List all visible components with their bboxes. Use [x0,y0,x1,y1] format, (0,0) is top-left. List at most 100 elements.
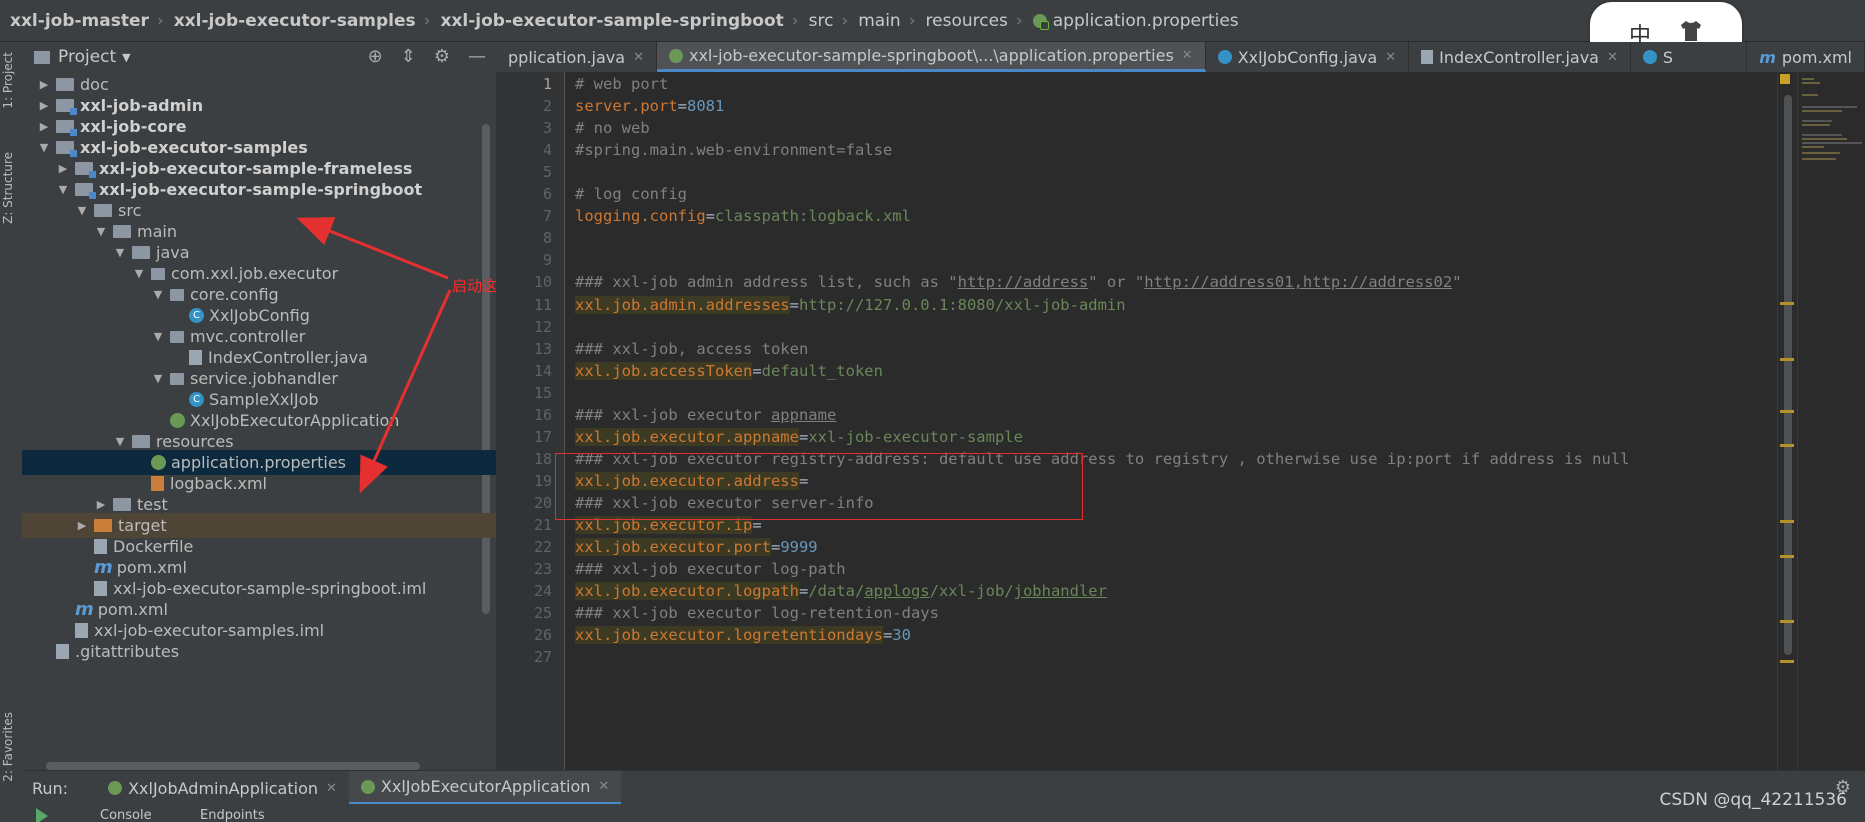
expand-arrow-down-icon[interactable]: ▼ [150,288,166,301]
warning-indicator-icon[interactable] [1780,74,1790,84]
breadcrumb-item-main[interactable]: main [858,11,900,31]
warning-marker[interactable] [1780,520,1794,523]
tree-node-label: xxl-job-executor-sample-springboot [99,180,423,199]
expand-arrow-right-icon[interactable]: ▶ [93,498,109,511]
breadcrumb-item-root[interactable]: xxl-job-master [10,11,149,31]
code-token: = [882,626,893,645]
expand-arrow-down-icon[interactable]: ▼ [93,225,109,238]
tab-application-java[interactable]: pplication.java ✕ [496,42,657,72]
line-number: 22 [533,538,552,557]
code-token: # log config [575,185,687,204]
expand-arrow-right-icon[interactable]: ▶ [36,78,52,91]
breadcrumb-item-file[interactable]: application.properties [1053,11,1239,31]
close-icon[interactable]: ✕ [326,781,337,796]
expand-arrow-down-icon[interactable]: ▼ [150,372,166,385]
code-line[interactable]: xxl.job.executor.logretentiondays = 30 [575,622,911,648]
tree-node-label: src [118,201,142,220]
breadcrumb-item-src[interactable]: src [809,11,834,31]
spring-icon [170,413,185,428]
expand-arrow-down-icon[interactable]: ▼ [112,435,128,448]
code-editor[interactable]: # web port server.port = 8081 # no web #sprin… [565,72,1777,770]
line-number: 4 [542,141,552,160]
expand-arrow-right-icon[interactable]: ▶ [55,162,71,175]
spring-boot-icon [360,779,375,794]
warning-marker[interactable] [1780,620,1794,623]
expand-arrow-right-icon[interactable]: ▶ [36,120,52,133]
tab-pom-xml[interactable]: m pom.xml [1747,42,1865,72]
navigation-breadcrumb: xxl-job-master › xxl-job-executor-samples… [0,0,1865,42]
expand-arrow-down-icon[interactable]: ▼ [55,183,71,196]
expand-arrow-down-icon[interactable]: ▼ [131,267,147,280]
collapse-all-icon[interactable]: ⇕ [401,46,416,67]
warning-marker[interactable] [1780,660,1794,663]
warning-marker[interactable] [1780,555,1794,558]
expand-arrow-down-icon[interactable]: ▼ [112,246,128,259]
editor-vertical-scrollbar[interactable] [1784,95,1792,655]
warning-marker[interactable] [1780,358,1794,361]
run-tab-executor-application[interactable]: XxlJobExecutorApplication ✕ [348,771,622,805]
code-line[interactable]: xxl.job.admin.addresses = http://127.0.0.1… [575,292,1126,318]
run-tab-admin-application[interactable]: XxlJobAdminApplication ✕ [96,771,349,805]
code-line[interactable]: #spring.main.web-environment=false [575,137,892,163]
java-file-icon [189,350,202,365]
tab-sample-partial[interactable]: S [1631,42,1748,72]
line-number: 13 [533,339,552,358]
close-icon[interactable]: ✕ [1182,48,1193,63]
tab-endpoints[interactable]: Endpoints [200,808,265,822]
package-icon [170,372,184,385]
tree-node-label: core.config [190,285,279,304]
chevron-right-icon: › [841,10,849,31]
locate-icon[interactable]: ⊕ [368,46,383,67]
play-icon[interactable] [36,808,48,822]
package-icon [170,330,184,343]
tab-application-properties[interactable]: xxl-job-executor-sample-springboot\...\a… [656,42,1206,72]
close-icon[interactable]: ✕ [598,779,609,794]
close-icon[interactable]: ✕ [1385,50,1396,65]
breadcrumb-item-samples[interactable]: xxl-job-executor-samples [174,11,416,31]
tree-node[interactable]: .gitattributes [36,639,179,664]
gear-icon[interactable]: ⚙ [434,46,450,67]
line-number: 5 [542,163,552,182]
tool-tab-project[interactable]: 1: Project [1,52,15,109]
tree-vertical-scrollbar[interactable] [482,124,490,614]
code-line[interactable]: xxl.job.accessToken = default_token [575,358,883,384]
tree-node-label: java [156,243,190,262]
close-icon[interactable]: ✕ [633,50,644,65]
class-icon [1217,50,1232,64]
breadcrumb-item-springboot[interactable]: xxl-job-executor-sample-springboot [440,11,783,31]
expand-arrow-down-icon[interactable]: ▼ [150,330,166,343]
expand-arrow-down-icon[interactable]: ▼ [36,141,52,154]
line-number: 21 [533,516,552,534]
project-tree[interactable]: ▶ doc ▶ xxl-job-admin ▶ xxl-job-core ▼ xxl-job-… [22,72,496,770]
tool-tab-structure[interactable]: Z: Structure [1,152,15,224]
chevron-down-icon[interactable]: ▼ [122,51,130,64]
code-minimap[interactable] [1797,72,1865,770]
code-token: http://address [957,273,1089,292]
spring-icon [668,48,683,63]
file-icon [56,644,69,659]
warning-marker[interactable] [1780,444,1794,447]
expand-arrow-down-icon[interactable]: ▼ [74,204,90,217]
project-folder-icon [34,50,50,64]
code-token: " or " [1088,273,1145,292]
tab-indexcontroller[interactable]: IndexController.java ✕ [1409,42,1631,72]
tab-console[interactable]: Console [100,808,152,822]
expand-arrow-right-icon[interactable]: ▶ [74,519,90,532]
line-number-gutter: 1 2 3 4 5 6 7 8 9 10 11 12 13 14 15 16 17 18 19 20 21 22 23 24 2… [496,72,565,770]
code-token: xxl.job.accessToken [575,361,753,380]
line-number: 14 [533,361,552,380]
tree-horizontal-scrollbar[interactable] [46,762,420,770]
warning-marker[interactable] [1780,410,1794,413]
project-panel-title[interactable]: Project [58,47,116,67]
warning-marker[interactable] [1780,302,1794,305]
class-icon: C [189,392,204,407]
line-number: 7 [542,207,552,226]
close-icon[interactable]: ✕ [1607,50,1618,65]
minimize-icon[interactable]: — [468,46,486,67]
breadcrumb-item-resources[interactable]: resources [926,11,1008,31]
tab-xxljobconfig[interactable]: XxlJobConfig.java ✕ [1206,42,1410,72]
code-line[interactable]: logging.config = classpath:logback.xml [575,203,911,229]
expand-arrow-right-icon[interactable]: ▶ [36,99,52,112]
tool-tab-favorites[interactable]: 2: Favorites [1,712,15,782]
line-number: 17 [533,427,552,446]
